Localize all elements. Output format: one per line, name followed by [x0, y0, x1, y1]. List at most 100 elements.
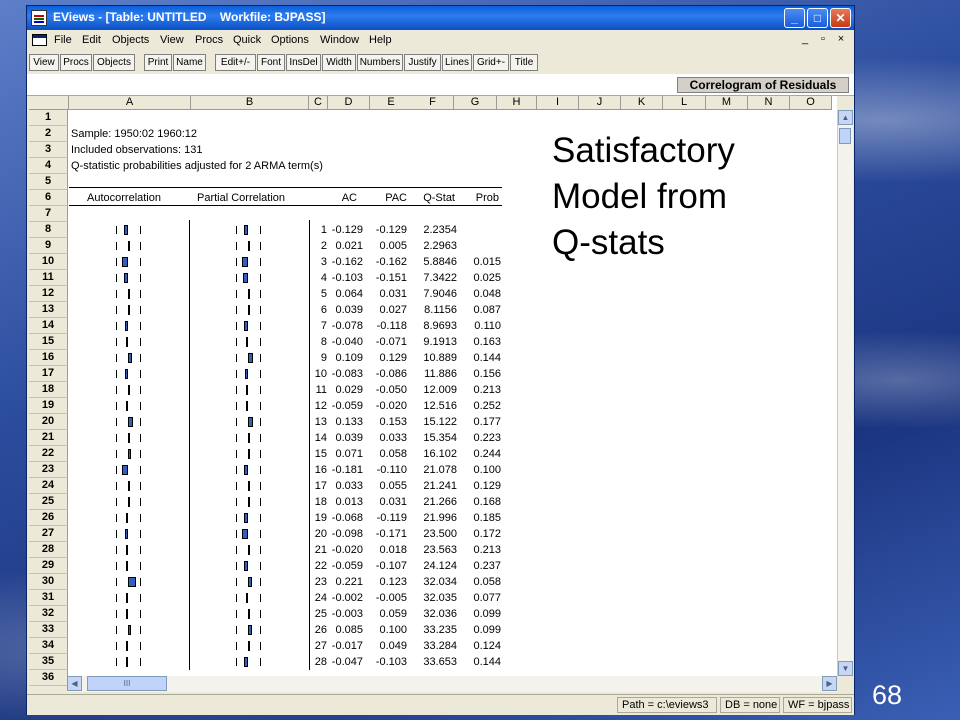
toolbar-objects-button[interactable]: Objects — [93, 54, 135, 71]
row-header[interactable]: 14 — [29, 318, 68, 334]
grid-corner[interactable] — [29, 96, 69, 110]
toolbar-name-button[interactable]: Name — [173, 54, 206, 71]
row-header[interactable]: 20 — [29, 414, 68, 430]
horizontal-scroll-thumb[interactable]: III — [87, 676, 167, 691]
row-header[interactable]: 11 — [29, 270, 68, 286]
row-header[interactable]: 17 — [29, 366, 68, 382]
row-header[interactable]: 36 — [29, 670, 68, 686]
row-header[interactable]: 35 — [29, 654, 68, 670]
column-header-j[interactable]: J — [579, 96, 621, 110]
scroll-left-arrow-icon[interactable]: ◀ — [67, 676, 82, 691]
row-header[interactable]: 30 — [29, 574, 68, 590]
vertical-scroll-thumb[interactable] — [839, 128, 851, 144]
row-header[interactable]: 31 — [29, 590, 68, 606]
column-header-b[interactable]: B — [191, 96, 309, 110]
toolbar-lines-button[interactable]: Lines — [442, 54, 472, 71]
toolbar-procs-button[interactable]: Procs — [60, 54, 92, 71]
row-header[interactable]: 23 — [29, 462, 68, 478]
toolbar-grid--button[interactable]: Grid+- — [473, 54, 509, 71]
column-header-l[interactable]: L — [663, 96, 706, 110]
column-header-k[interactable]: K — [621, 96, 663, 110]
ac-bar — [121, 465, 128, 475]
row-header[interactable]: 18 — [29, 382, 68, 398]
app-icon[interactable] — [31, 10, 47, 26]
row-header[interactable]: 21 — [29, 430, 68, 446]
row-header[interactable]: 19 — [29, 398, 68, 414]
column-header-f[interactable]: F — [412, 96, 454, 110]
minimize-button[interactable]: _ — [784, 8, 805, 28]
row-header[interactable]: 16 — [29, 350, 68, 366]
ac-cell: -0.083 — [331, 368, 363, 380]
toolbar-width-button[interactable]: Width — [322, 54, 356, 71]
column-header-d[interactable]: D — [328, 96, 370, 110]
ac-confidence-mark — [140, 546, 141, 554]
row-header[interactable]: 6 — [29, 190, 68, 206]
row-header[interactable]: 10 — [29, 254, 68, 270]
menu-help[interactable]: Help — [369, 34, 392, 46]
window-title: EViews - [Table: UNTITLED Workfile: BJPA… — [53, 10, 326, 24]
row-header[interactable]: 4 — [29, 158, 68, 174]
toolbar-justify-button[interactable]: Justify — [404, 54, 441, 71]
row-header[interactable]: 5 — [29, 174, 68, 190]
column-header-o[interactable]: O — [790, 96, 832, 110]
vertical-scrollbar[interactable]: ▲ ▼ — [837, 110, 853, 676]
column-header-h[interactable]: H — [497, 96, 537, 110]
column-header-c[interactable]: C — [309, 96, 328, 110]
scroll-down-arrow-icon[interactable]: ▼ — [838, 661, 853, 676]
row-header[interactable]: 9 — [29, 238, 68, 254]
row-header[interactable]: 8 — [29, 222, 68, 238]
ac-confidence-mark — [140, 482, 141, 490]
column-header-g[interactable]: G — [454, 96, 497, 110]
close-button[interactable]: ✕ — [830, 8, 851, 28]
toolbar-font-button[interactable]: Font — [257, 54, 285, 71]
title-bar[interactable]: EViews - [Table: UNTITLED Workfile: BJPA… — [27, 6, 854, 30]
mdi-restore-button[interactable]: ▫ — [815, 33, 831, 45]
column-header-i[interactable]: I — [537, 96, 579, 110]
mdi-close-button[interactable]: × — [833, 33, 849, 45]
scroll-right-arrow-icon[interactable]: ▶ — [822, 676, 837, 691]
menu-quick[interactable]: Quick — [233, 34, 261, 46]
row-header[interactable]: 27 — [29, 526, 68, 542]
menu-procs[interactable]: Procs — [195, 34, 223, 46]
row-header[interactable]: 24 — [29, 478, 68, 494]
menu-window[interactable]: Window — [320, 34, 359, 46]
row-header[interactable]: 2 — [29, 126, 68, 142]
maximize-button[interactable]: □ — [807, 8, 828, 28]
toolbar-title-button[interactable]: Title — [510, 54, 538, 71]
toolbar-print-button[interactable]: Print — [144, 54, 172, 71]
row-header[interactable]: 1 — [29, 110, 68, 126]
row-header[interactable]: 33 — [29, 622, 68, 638]
menu-options[interactable]: Options — [271, 34, 309, 46]
pac-confidence-mark — [260, 434, 261, 442]
toolbar-insdel-button[interactable]: InsDel — [286, 54, 321, 71]
row-header[interactable]: 12 — [29, 286, 68, 302]
row-header[interactable]: 32 — [29, 606, 68, 622]
horizontal-scrollbar[interactable]: ◀ III ▶ — [67, 676, 837, 692]
toolbar-view-button[interactable]: View — [29, 54, 59, 71]
qstat-cell: 32.035 — [423, 592, 457, 604]
column-header-m[interactable]: M — [706, 96, 748, 110]
menu-file[interactable]: File — [54, 34, 72, 46]
row-header[interactable]: 13 — [29, 302, 68, 318]
scroll-up-arrow-icon[interactable]: ▲ — [838, 110, 853, 125]
toolbar-numbers-button[interactable]: Numbers — [357, 54, 403, 71]
document-icon[interactable] — [32, 34, 47, 46]
row-header[interactable]: 25 — [29, 494, 68, 510]
mdi-minimize-button[interactable]: _ — [797, 33, 813, 45]
menu-objects[interactable]: Objects — [112, 34, 149, 46]
menu-edit[interactable]: Edit — [82, 34, 101, 46]
toolbar-edit--button[interactable]: Edit+/- — [215, 54, 256, 71]
row-header[interactable]: 26 — [29, 510, 68, 526]
row-header[interactable]: 29 — [29, 558, 68, 574]
row-header[interactable]: 28 — [29, 542, 68, 558]
column-header-n[interactable]: N — [748, 96, 790, 110]
row-header[interactable]: 15 — [29, 334, 68, 350]
menu-view[interactable]: View — [160, 34, 184, 46]
column-header-a[interactable]: A — [69, 96, 191, 110]
row-header[interactable]: 3 — [29, 142, 68, 158]
row-header[interactable]: 22 — [29, 446, 68, 462]
pac-confidence-mark — [260, 594, 261, 602]
row-header[interactable]: 7 — [29, 206, 68, 222]
row-header[interactable]: 34 — [29, 638, 68, 654]
column-header-e[interactable]: E — [370, 96, 413, 110]
